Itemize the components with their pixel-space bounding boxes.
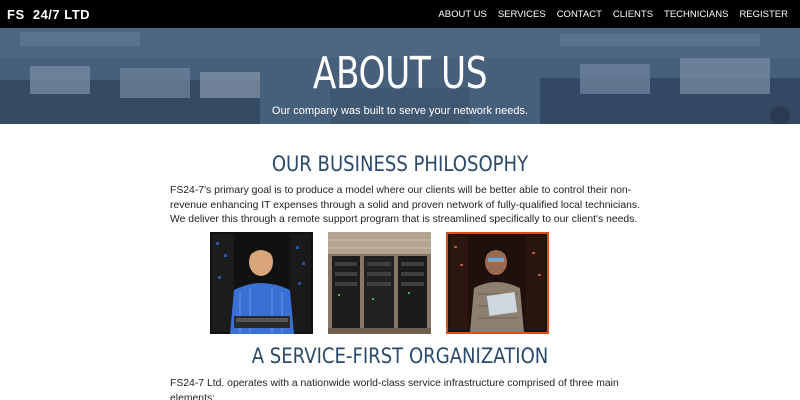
technician-tablet-photo [446, 232, 549, 334]
hero-banner: ABOUT US Our company was built to serve … [0, 28, 800, 124]
nav-about-us[interactable]: ABOUT US [438, 9, 486, 20]
hero-title: ABOUT US [312, 48, 488, 99]
service-line: FS24-7 Ltd. operates with a nationwide w… [170, 378, 619, 389]
top-navbar: FS 24/7 LTD ABOUT US SERVICES CONTACT CL… [0, 0, 800, 28]
philosophy-line: FS24-7's primary goal is to produce a mo… [170, 185, 632, 196]
technician-laptop-photo [210, 232, 313, 334]
nav-clients[interactable]: CLIENTS [613, 9, 653, 20]
nav-links: ABOUT US SERVICES CONTACT CLIENTS TECHNI… [427, 9, 788, 20]
philosophy-line: revenue enhancing IT expenses through a … [170, 199, 640, 211]
philosophy-line: We deliver this through a remote support… [170, 214, 638, 225]
nav-technicians[interactable]: TECHNICIANS [664, 9, 728, 20]
philosophy-paragraph: FS24-7's primary goal is to produce a mo… [170, 184, 640, 228]
nav-register[interactable]: REGISTER [739, 9, 788, 20]
brand-logo[interactable]: FS 24/7 LTD [7, 7, 90, 22]
service-line: elements: [170, 392, 216, 400]
server-room-photo [328, 232, 431, 334]
philosophy-heading: OUR BUSINESS PHILOSOPHY [271, 152, 529, 176]
nav-contact[interactable]: CONTACT [557, 9, 602, 20]
service-paragraph: FS24-7 Ltd. operates with a nationwide w… [170, 377, 640, 400]
service-heading: A SERVICE-FIRST ORGANIZATION [251, 344, 549, 368]
hero-subtitle: Our company was built to serve your netw… [271, 105, 529, 117]
nav-services[interactable]: SERVICES [498, 9, 546, 20]
